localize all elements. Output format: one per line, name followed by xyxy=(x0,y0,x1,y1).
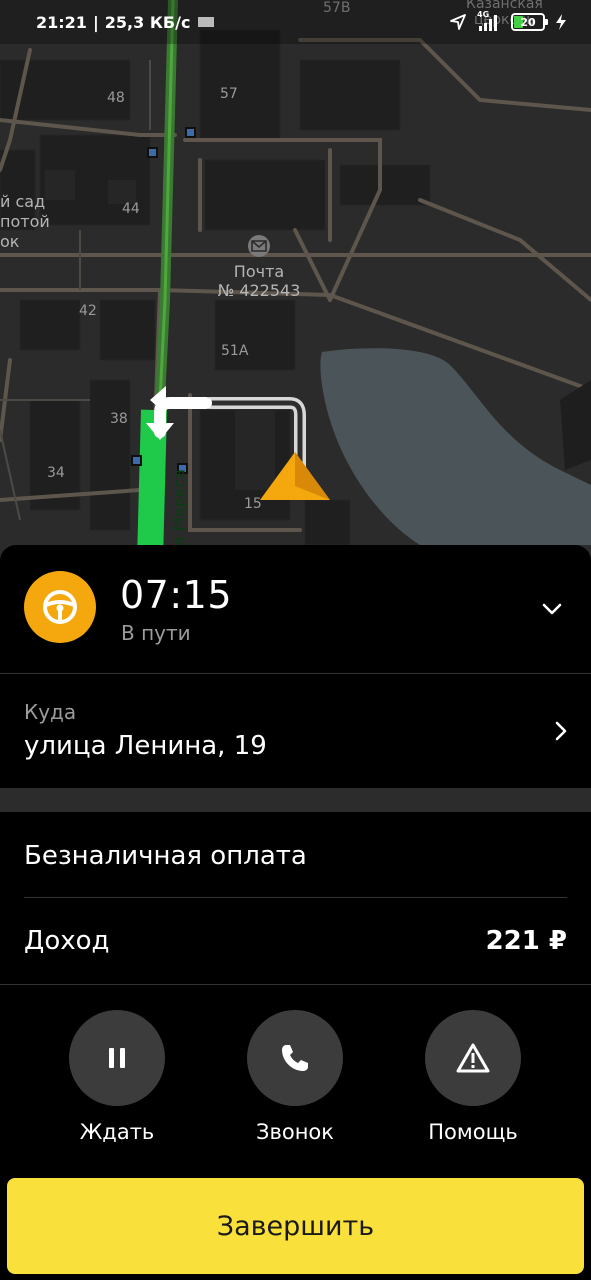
chevron-right-icon xyxy=(555,721,567,741)
help-button-circle[interactable] xyxy=(425,1010,521,1106)
location-arrow-icon xyxy=(450,14,466,30)
map-label-post-number: № 422543 xyxy=(217,281,301,300)
map-label-garden-2: потой xyxy=(0,212,50,231)
map-label-48: 48 xyxy=(107,90,125,106)
destination-address: улица Ленина, 19 xyxy=(24,731,267,761)
map-label-15: 15 xyxy=(244,496,262,512)
map-view[interactable]: 57В Казанская церковь 48 57 й сад потой … xyxy=(0,0,591,560)
finish-button[interactable]: Завершить xyxy=(7,1178,584,1274)
sim-icon xyxy=(198,17,215,27)
map-label-42: 42 xyxy=(79,303,97,319)
payment-row: Безналичная оплата xyxy=(0,812,591,898)
eta-time: 07:15 xyxy=(120,573,233,617)
status-right: 4G 20 xyxy=(449,10,567,32)
call-button-circle[interactable] xyxy=(247,1010,343,1106)
trip-state: В пути xyxy=(121,621,191,645)
map-label-post: Почта xyxy=(233,262,285,281)
map-label-34: 34 xyxy=(47,465,65,481)
order-sheet: 07:15 В пути Куда улица Ленина, 19 Безна… xyxy=(0,545,591,1280)
map-label-garden-3: ок xyxy=(0,232,20,251)
status-time: 21:21 xyxy=(36,12,87,32)
battery-level: 20 xyxy=(520,15,536,29)
steering-wheel-icon xyxy=(43,590,77,624)
signal-icon: 4G xyxy=(477,10,501,32)
warning-icon xyxy=(456,1043,490,1073)
collapse-button[interactable] xyxy=(532,593,572,625)
status-separator: | xyxy=(92,12,99,32)
help-label: Помощь xyxy=(428,1120,518,1144)
wait-label: Ждать xyxy=(79,1120,155,1144)
income-value: 221 ₽ xyxy=(485,926,567,956)
lake-shape xyxy=(320,348,591,545)
income-label: Доход xyxy=(24,926,110,956)
route-line xyxy=(137,409,167,560)
payment-type: Безналичная оплата xyxy=(24,841,307,871)
wait-button-circle[interactable] xyxy=(69,1010,165,1106)
destination-row[interactable]: Куда улица Ленина, 19 xyxy=(0,674,591,788)
trip-status-badge xyxy=(24,571,96,643)
section-separator xyxy=(0,788,591,812)
phone-icon xyxy=(282,1045,308,1071)
divider xyxy=(0,984,591,985)
status-net-speed: 25,3 КБ/с xyxy=(104,12,191,32)
map-label-38: 38 xyxy=(110,411,128,427)
income-row: Доход 221 ₽ xyxy=(0,898,591,984)
charging-icon xyxy=(556,14,566,30)
chevron-down-icon xyxy=(542,603,562,615)
map-label-44: 44 xyxy=(122,201,140,217)
street-label: а Маркса xyxy=(169,469,189,546)
pause-icon xyxy=(109,1048,125,1068)
destination-caption: Куда xyxy=(24,700,77,724)
trip-status-row[interactable]: 07:15 В пути xyxy=(0,545,591,673)
call-label: Звонок xyxy=(256,1120,334,1144)
status-left: 21:21 | 25,3 КБ/с xyxy=(36,12,215,32)
call-button[interactable]: Звонок xyxy=(235,1010,355,1150)
map-label-51a: 51А xyxy=(221,343,249,359)
map-label-garden-1: й сад xyxy=(0,192,46,211)
help-button[interactable]: Помощь xyxy=(413,1010,533,1150)
wait-button[interactable]: Ждать xyxy=(57,1010,177,1150)
map-label-57: 57 xyxy=(220,86,238,102)
status-bar: 21:21 | 25,3 КБ/с 4G 20 xyxy=(0,0,591,44)
battery-icon: 20 xyxy=(511,13,548,31)
